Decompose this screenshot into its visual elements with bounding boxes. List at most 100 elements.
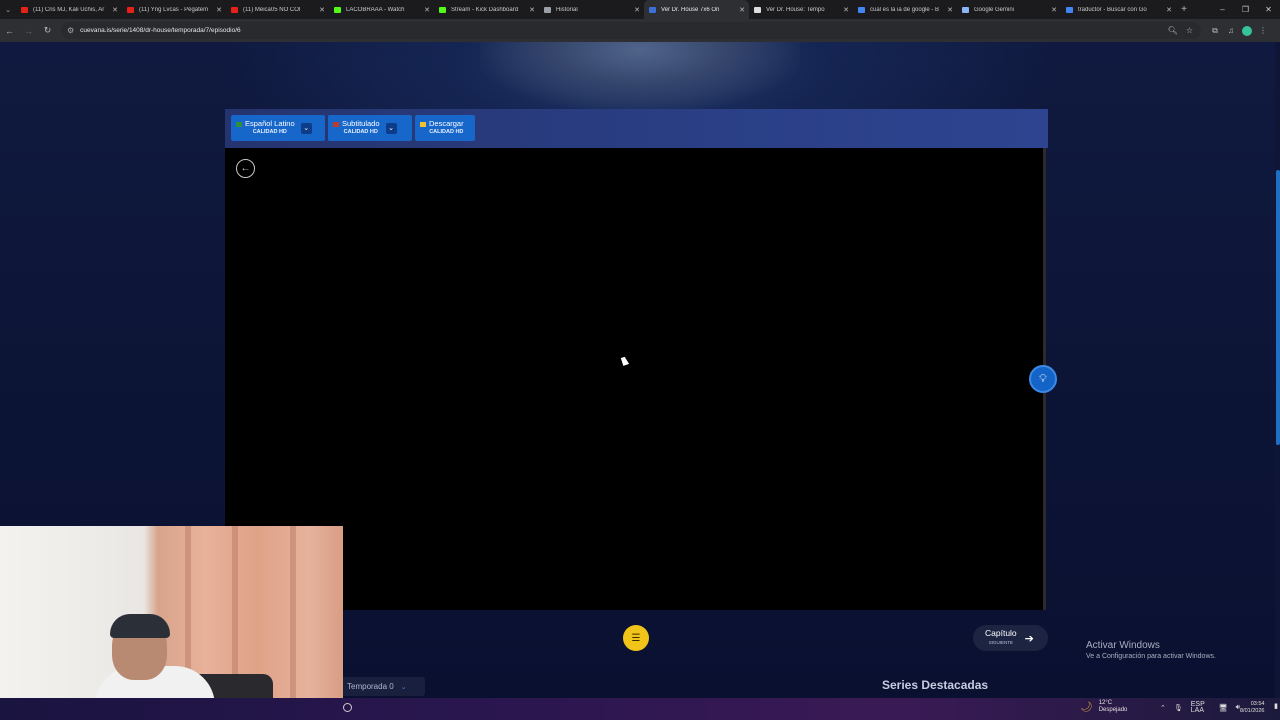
extensions-icon[interactable]: ⧉ — [1207, 26, 1223, 36]
tab-label: (11) Cris MJ, Kali Uchis, Ar — [33, 6, 105, 13]
new-tab-button[interactable]: + — [1176, 4, 1192, 15]
back-arrow-icon[interactable]: ← — [236, 159, 255, 178]
browser-tab[interactable]: Ver Dr. House 7x6 On ✕ — [644, 0, 749, 19]
option-quality: CALIDAD HD — [252, 129, 287, 135]
bookmark-star-icon[interactable]: ☆ — [1186, 26, 1193, 35]
activate-windows-notice: Activar Windows Ve a Configuración para … — [1086, 640, 1216, 660]
tab-label: Ver Dr. House 7x6 On — [661, 6, 720, 13]
next-sublabel: SIGUIENTE — [988, 640, 1013, 645]
tab-favicon-icon — [21, 6, 28, 13]
tab-close-icon[interactable]: ✕ — [634, 6, 640, 14]
date: 8/01/2026 — [1240, 708, 1265, 714]
tab-label: Stream - Kick Dashboard — [451, 6, 519, 13]
player-options-bar: Español Latino CALIDAD HD ⌄ Subtitulado … — [225, 109, 1048, 148]
tab-label: traductor - Buscar con Go — [1078, 6, 1147, 13]
media-controls-icon[interactable]: ♫ — [1223, 26, 1239, 35]
profile-avatar[interactable] — [1242, 25, 1252, 36]
next-episode-button[interactable]: Capítulo SIGUIENTE ➔ — [973, 625, 1048, 651]
tab-label: (11) Yng Lvcas - Pégatem — [139, 6, 209, 13]
season-select[interactable]: Temporada 0 ⌄ — [341, 677, 425, 696]
tab-favicon-icon — [439, 6, 446, 13]
menu-icon[interactable]: ⋮ — [1255, 26, 1271, 35]
network-icon[interactable]: 🖥︎ — [1219, 704, 1228, 712]
option-quality: CALIDAD HD — [429, 129, 464, 135]
tab-close-icon[interactable]: ✕ — [529, 6, 535, 14]
browser-tab[interactable]: LACOBRAAA - Watch ✕ — [329, 0, 434, 19]
featured-series-title: Series Destacadas — [882, 678, 989, 692]
activate-title: Activar Windows — [1086, 640, 1160, 651]
mexico-flag-icon — [236, 121, 242, 127]
tab-close-icon[interactable]: ✕ — [112, 6, 118, 14]
activate-subtitle: Ve a Configuración para activar Windows. — [1086, 653, 1216, 660]
lightbulb-icon[interactable]: 💡︎ — [1029, 365, 1057, 393]
curtain-fold — [290, 526, 296, 720]
chevron-down-icon[interactable]: ⌄ — [385, 122, 397, 134]
reload-icon[interactable]: ↻ — [38, 25, 57, 36]
moon-icon: 🌙︎ — [1080, 701, 1093, 713]
tab-favicon-icon — [962, 6, 969, 13]
tab-favicon-icon — [127, 6, 134, 13]
tab-label: Historial — [556, 6, 578, 13]
option-label: Subtitulado — [342, 119, 380, 128]
option-spanish-latino[interactable]: Español Latino CALIDAD HD ⌄ — [231, 115, 325, 141]
tab-favicon-icon — [649, 6, 656, 13]
microphone-icon[interactable]: 🎙︎ — [1174, 704, 1183, 712]
browser-tab[interactable]: cual es la ia de google - B ✕ — [853, 0, 957, 19]
tab-search-icon[interactable]: ⌄ — [0, 0, 16, 19]
clock[interactable]: 03:54 8/01/2026 — [1240, 701, 1264, 715]
browser-tab[interactable]: (11) Meica05 NO COI ✕ — [226, 0, 329, 19]
zoom-icon[interactable]: 🔍︎ — [1168, 26, 1178, 35]
tab-label: Google Gemini — [974, 6, 1015, 13]
system-tray: ⌃ 🎙︎ ESP LAA 🖥︎ 🔊︎ — [1160, 701, 1248, 714]
video-player[interactable] — [225, 148, 1045, 610]
browser-tab[interactable]: Google Gemini ✕ — [957, 0, 1061, 19]
option-subtitulado[interactable]: Subtitulado CALIDAD HD ⌄ — [328, 115, 412, 141]
time: 03:54 — [1250, 701, 1265, 707]
browser-tab[interactable]: Historial ✕ — [539, 0, 644, 19]
tab-close-icon[interactable]: ✕ — [947, 6, 953, 14]
lang-bottom: LAA — [1190, 707, 1204, 714]
minimize-icon[interactable]: – — [1211, 5, 1234, 14]
tab-close-icon[interactable]: ✕ — [216, 6, 222, 14]
language-indicator[interactable]: ESP LAA — [1190, 701, 1213, 714]
back-icon[interactable]: ← — [0, 26, 19, 36]
site-info-icon[interactable]: ⚙ — [67, 26, 74, 35]
forward-icon[interactable]: → — [19, 26, 38, 36]
browser-tab[interactable]: traductor - Buscar con Go ✕ — [1061, 0, 1176, 19]
option-quality: CALIDAD HD — [343, 129, 378, 135]
tab-close-icon[interactable]: ✕ — [1166, 6, 1172, 14]
tab-close-icon[interactable]: ✕ — [319, 6, 325, 14]
weather-widget[interactable]: 🌙︎ 12°C Despejado — [1080, 700, 1127, 714]
browser-tab[interactable]: (11) Yng Lvcas - Pégatem ✕ — [122, 0, 226, 19]
chevron-down-icon: ⌄ — [400, 683, 407, 691]
close-window-icon[interactable]: ✕ — [1257, 5, 1280, 14]
person-cap — [110, 614, 170, 638]
tab-label: (11) Meica05 NO COI — [243, 6, 301, 13]
maximize-icon[interactable]: ❐ — [1234, 5, 1257, 14]
hero-background-image — [480, 42, 800, 112]
taskbar-app-icon[interactable] — [343, 703, 352, 712]
tab-close-icon[interactable]: ✕ — [424, 6, 430, 14]
webcam-overlay — [0, 526, 343, 720]
episode-list-icon[interactable]: ☰ — [623, 625, 649, 651]
tab-favicon-icon — [334, 6, 341, 13]
address-bar[interactable]: ⚙ cuevana.is/serie/1408/dr-house/tempora… — [61, 22, 1201, 39]
tab-label: cual es la ia de google - B — [870, 6, 940, 13]
window-controls: – ❐ ✕ — [1211, 0, 1280, 19]
chevron-up-icon[interactable]: ⌃ — [1160, 704, 1166, 712]
notification-icon[interactable]: ▮ — [1274, 702, 1278, 710]
browser-toolbar: ← → ↻ ⚙ cuevana.is/serie/1408/dr-house/t… — [0, 19, 1280, 42]
page-scrollbar-thumb[interactable] — [1276, 170, 1280, 445]
weather-status: Despejado — [1098, 707, 1128, 713]
tab-close-icon[interactable]: ✕ — [739, 6, 745, 14]
tab-close-icon[interactable]: ✕ — [1051, 6, 1057, 14]
browser-tab[interactable]: Stream - Kick Dashboard ✕ — [434, 0, 539, 19]
tab-label: LACOBRAAA - Watch — [346, 6, 405, 13]
browser-tab[interactable]: Ver Dr. House: Tempo ✕ — [749, 0, 853, 19]
browser-tab[interactable]: (11) Cris MJ, Kali Uchis, Ar ✕ — [16, 0, 122, 19]
option-descargar[interactable]: Descargar CALIDAD HD — [415, 115, 475, 141]
option-label: Descargar — [429, 119, 464, 128]
chevron-down-icon[interactable]: ⌄ — [300, 122, 312, 134]
tab-close-icon[interactable]: ✕ — [843, 6, 849, 14]
tab-favicon-icon — [754, 6, 761, 13]
